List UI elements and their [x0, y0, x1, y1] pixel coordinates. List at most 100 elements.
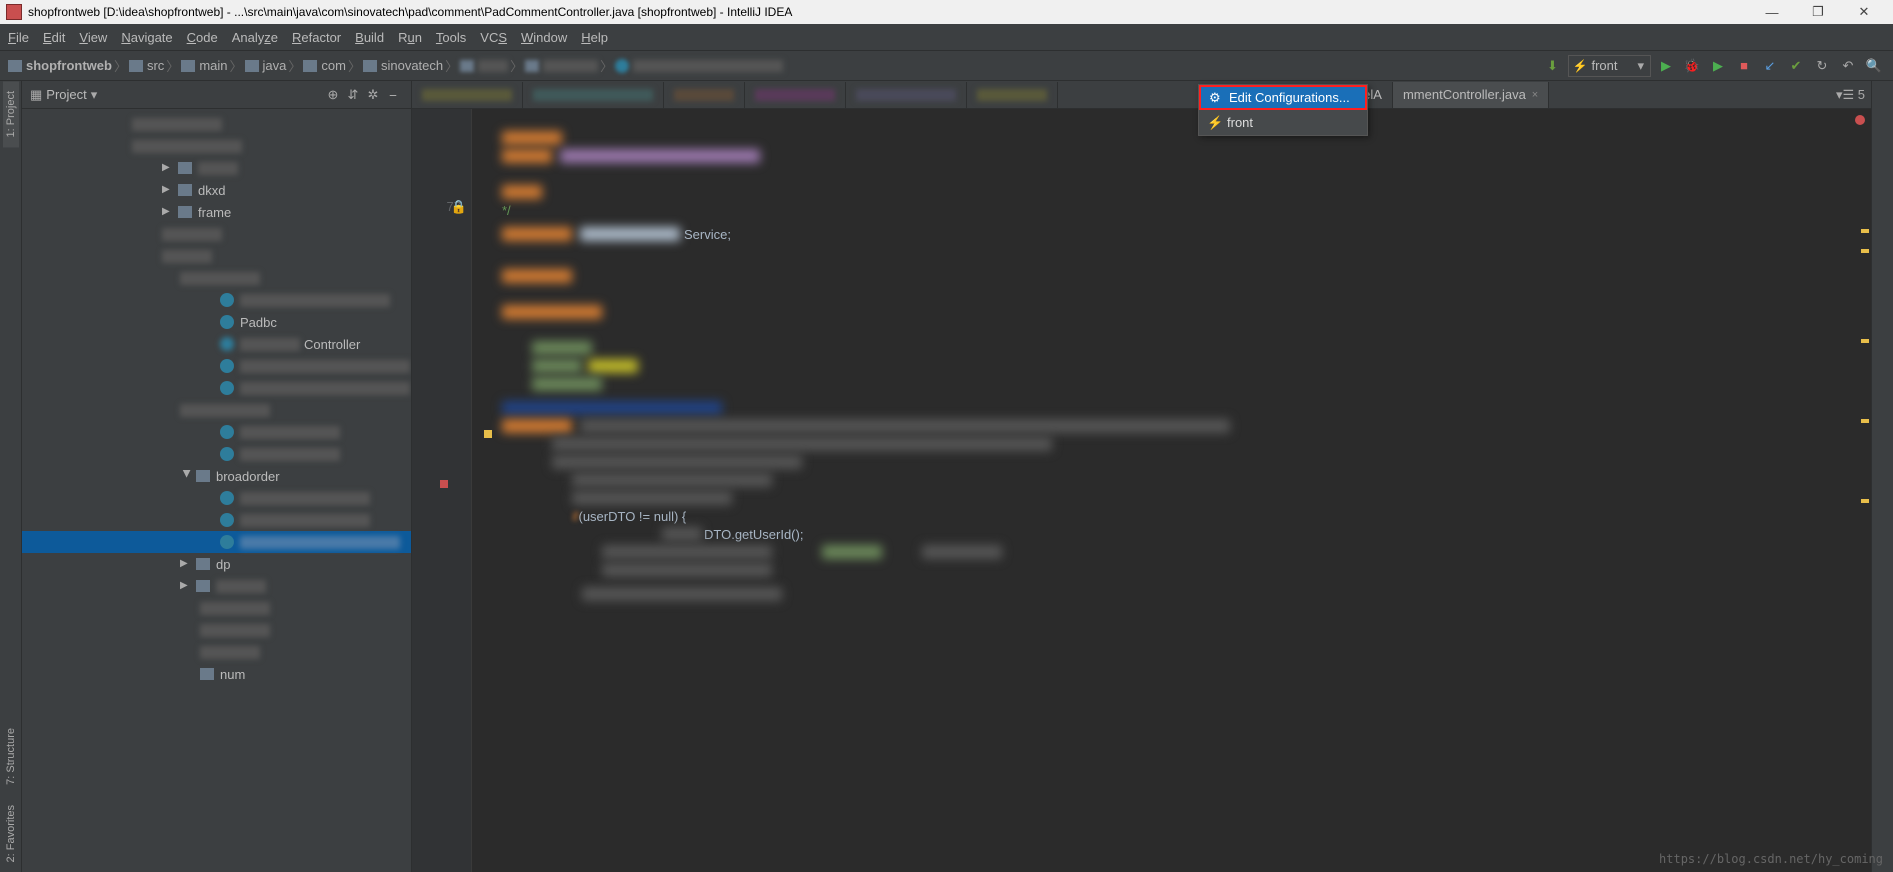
folder-icon — [196, 558, 210, 570]
sidetab-project[interactable]: 1: Project — [3, 81, 19, 147]
locate-icon[interactable]: ⊕ — [323, 85, 343, 105]
close-icon[interactable]: × — [1532, 89, 1538, 101]
menu-build[interactable]: Build — [355, 30, 384, 45]
editor-tab[interactable] — [846, 82, 967, 108]
tree-item[interactable] — [22, 509, 411, 531]
vcs-update-icon[interactable]: ↙ — [1759, 55, 1781, 77]
tree-item[interactable] — [22, 135, 411, 157]
crumb-comment[interactable] — [543, 60, 598, 72]
code-text: DTO.getUserId(); — [704, 527, 803, 542]
code-body[interactable]: */ Service; if (userDTO != null) { DTO.g… — [472, 109, 1871, 872]
menu-window[interactable]: Window — [521, 30, 567, 45]
editor-tab[interactable] — [523, 82, 664, 108]
minimize-button[interactable]: — — [1749, 0, 1795, 24]
gear-icon: ⚙ — [1209, 90, 1223, 106]
search-icon[interactable]: 🔍 — [1863, 55, 1885, 77]
hide-icon[interactable]: ⎯ — [383, 85, 403, 105]
editor-tab[interactable] — [745, 82, 846, 108]
chevron-down-icon[interactable]: ▾ — [91, 87, 98, 103]
tree-item[interactable] — [22, 487, 411, 509]
tree-item[interactable] — [22, 289, 411, 311]
vcs-commit-icon[interactable]: ✔ — [1785, 55, 1807, 77]
tree-item[interactable]: ▶ — [22, 157, 411, 179]
tree-item[interactable]: ▶ — [22, 575, 411, 597]
menu-vcs[interactable]: VCS — [480, 30, 507, 45]
editor-tab[interactable] — [664, 82, 745, 108]
tree-item[interactable] — [22, 245, 411, 267]
coverage-button[interactable]: ▶ — [1707, 55, 1729, 77]
crumb-sino[interactable]: sinovatech — [381, 58, 443, 73]
tree-item[interactable] — [22, 223, 411, 245]
marker-strip[interactable] — [1859, 139, 1871, 872]
tree-item-frame[interactable]: ▶frame — [22, 201, 411, 223]
collapse-icon[interactable]: ⇵ — [343, 85, 363, 105]
tree-item[interactable] — [22, 421, 411, 443]
run-config-selector[interactable]: ⚡ front ▾ — [1568, 55, 1652, 77]
tree-item-padbc[interactable]: Padbc — [22, 311, 411, 333]
dropdown-front-label: front — [1227, 115, 1253, 130]
folder-icon — [200, 668, 214, 680]
revert-icon[interactable]: ↶ — [1837, 55, 1859, 77]
menu-tools[interactable]: Tools — [436, 30, 466, 45]
crumb-src[interactable]: src — [147, 58, 164, 73]
run-config-dropdown: ⚙ Edit Configurations... ⚡ front — [1198, 84, 1368, 136]
tree-item[interactable] — [22, 641, 411, 663]
close-button[interactable]: ✕ — [1841, 0, 1887, 24]
tree-item[interactable] — [22, 619, 411, 641]
run-button[interactable]: ▶ — [1655, 55, 1677, 77]
crumb-pad[interactable] — [478, 60, 508, 72]
crumb-ctrl[interactable] — [633, 60, 783, 72]
maximize-button[interactable]: ❐ — [1795, 0, 1841, 24]
crumb-main[interactable]: main — [199, 58, 227, 73]
crumb-root[interactable]: shopfrontweb — [26, 58, 112, 73]
menu-navigate[interactable]: Navigate — [121, 30, 172, 45]
menu-run[interactable]: Run — [398, 30, 422, 45]
menu-help[interactable]: Help — [581, 30, 608, 45]
warning-icon[interactable] — [484, 430, 492, 438]
tree-item[interactable] — [22, 443, 411, 465]
tree-item-dp[interactable]: ▶dp — [22, 553, 411, 575]
tree-item[interactable] — [22, 267, 411, 289]
project-label[interactable]: Project — [46, 87, 86, 102]
editor-tab-active[interactable]: mmentController.java× — [1393, 82, 1549, 108]
tree-item-dkxd[interactable]: ▶dkxd — [22, 179, 411, 201]
crumb-com[interactable]: com — [321, 58, 346, 73]
tree-item[interactable] — [22, 597, 411, 619]
editor-tab[interactable] — [967, 82, 1058, 108]
menu-refactor[interactable]: Refactor — [292, 30, 341, 45]
tree-item[interactable] — [22, 399, 411, 421]
stop-button[interactable]: ■ — [1733, 55, 1755, 77]
menu-edit[interactable]: Edit — [43, 30, 65, 45]
build-icon[interactable]: ⬇ — [1542, 55, 1564, 77]
menu-analyze[interactable]: Analyze — [232, 30, 278, 45]
editor-tab[interactable] — [412, 82, 523, 108]
tree-item[interactable] — [22, 355, 411, 377]
tree-item[interactable] — [22, 377, 411, 399]
arrow-icon: ▶ — [180, 470, 192, 482]
tree-item-selected[interactable] — [22, 531, 411, 553]
code-text: (userDTO != null) { — [579, 509, 687, 524]
editor-tabs: odelA mmentController.java× ▾☰ 5 — [412, 81, 1871, 109]
settings-icon[interactable]: ✲ — [363, 85, 383, 105]
breakpoint-icon[interactable] — [440, 480, 448, 488]
sidetab-favorites[interactable]: 2: Favorites — [3, 795, 19, 872]
class-icon — [220, 293, 234, 307]
editor-code[interactable]: 77 🔒 */ Service; if (userDT — [412, 109, 1871, 872]
menu-code[interactable]: Code — [187, 30, 218, 45]
debug-button[interactable]: 🐞 — [1681, 55, 1703, 77]
project-panel: ▦Project▾ ⊕ ⇵ ✲ ⎯ ▶ ▶dkxd ▶frame Padbc C… — [22, 81, 412, 872]
dropdown-front[interactable]: ⚡ front — [1199, 110, 1367, 135]
dropdown-edit-config[interactable]: ⚙ Edit Configurations... — [1199, 85, 1367, 110]
tree-label: Padbc — [240, 315, 277, 330]
crumb-java[interactable]: java — [263, 58, 287, 73]
tree-item-broadorder[interactable]: ▶broadorder — [22, 465, 411, 487]
tree-item[interactable] — [22, 113, 411, 135]
sidetab-structure[interactable]: 7: Structure — [3, 718, 19, 795]
tree-item-controller[interactable]: Controller — [22, 333, 411, 355]
menu-view[interactable]: View — [79, 30, 107, 45]
right-gutter — [1871, 81, 1893, 872]
tabs-more[interactable]: ▾☰ 5 — [1830, 87, 1871, 103]
history-icon[interactable]: ↻ — [1811, 55, 1833, 77]
tree-item-num[interactable]: num — [22, 663, 411, 685]
menu-file[interactable]: FFileile — [8, 30, 29, 45]
